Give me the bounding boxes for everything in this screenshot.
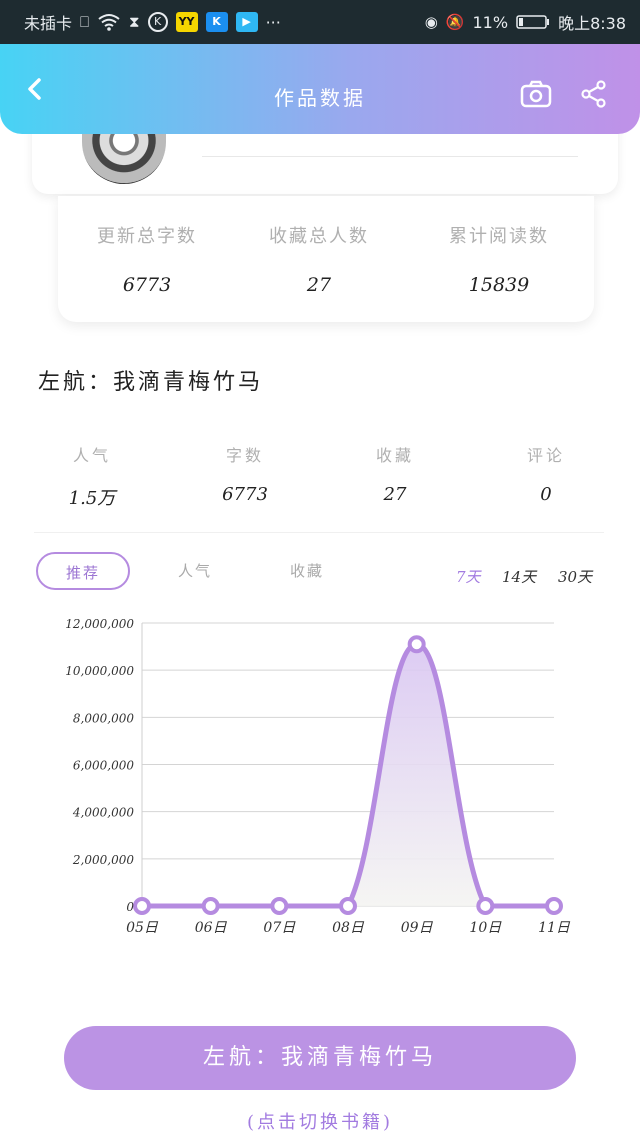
y-tick-label: 6,000,000	[73, 759, 134, 773]
x-tick-label: 10日	[469, 920, 502, 936]
metric-comments: 评论 0	[486, 442, 606, 505]
metric-label: 人气	[72, 446, 111, 465]
x-tick-label: 09日	[401, 920, 434, 936]
data-point[interactable]	[270, 897, 289, 915]
share-icon[interactable]	[580, 80, 608, 108]
switch-book-hint[interactable]: (点击切换书籍)	[0, 1108, 640, 1134]
stat-value: 6773	[122, 274, 172, 296]
data-point[interactable]	[476, 897, 495, 915]
y-tick-label: 4,000,000	[72, 806, 134, 820]
data-point[interactable]	[201, 897, 220, 915]
camera-icon[interactable]	[520, 80, 552, 108]
data-point[interactable]	[339, 897, 357, 915]
carrier-text: 未插卡	[24, 14, 73, 33]
k-app-icon: K	[205, 12, 228, 32]
chart-area	[142, 644, 554, 906]
x-tick-label: 11日	[538, 920, 571, 936]
data-point[interactable]	[545, 897, 563, 915]
stat-label: 累计阅读数	[449, 226, 549, 247]
book-title: 左航：我滴青梅竹马	[38, 370, 264, 395]
y-tick-label: 12,000,000	[65, 617, 134, 631]
y-tick-label: 10,000,000	[65, 664, 134, 678]
stat-reads: 累计阅读数 15839	[410, 222, 588, 296]
card-divider	[202, 156, 578, 157]
stat-value: 15839	[468, 274, 530, 296]
x-tick-label: 07日	[263, 920, 296, 936]
x-tick-label: 08日	[332, 920, 365, 936]
y-tick-label: 0	[126, 900, 134, 914]
section-divider	[34, 532, 604, 533]
range-14-days[interactable]: 14天	[502, 566, 536, 587]
metric-label: 字数	[225, 446, 264, 465]
data-point[interactable]	[407, 635, 426, 654]
chart-line	[142, 641, 554, 909]
metric-label: 评论	[526, 446, 565, 465]
no-sim-alert-icon: ⎕	[80, 13, 90, 31]
tab-popularity[interactable]: 人气	[150, 552, 240, 590]
metric-favorites: 收藏 27	[335, 442, 455, 505]
app-header: 作品数据	[0, 44, 640, 134]
wifi-icon	[98, 14, 120, 31]
yy-app-icon: YY	[175, 12, 198, 32]
range-30-days[interactable]: 30天	[558, 566, 592, 587]
data-point[interactable]	[133, 897, 151, 915]
status-bar: 未插卡 ⎕ ⧗ K YY K ▶ ··· ◉ 🔕 11% 晚上8:38	[0, 0, 640, 44]
clock-text: 晚上8:38	[558, 14, 626, 33]
y-tick-label: 2,000,000	[72, 853, 134, 867]
more-dots-icon: ···	[265, 12, 281, 32]
battery-icon	[516, 15, 550, 29]
k-circle-icon: K	[147, 12, 168, 32]
metric-value: 27	[383, 484, 407, 505]
eye-icon: ◉	[424, 13, 438, 31]
hourglass-icon: ⧗	[129, 13, 140, 31]
range-7-days[interactable]: 7天	[456, 566, 481, 587]
metric-words: 字数 6773	[185, 442, 305, 505]
mute-bell-icon: 🔕	[445, 13, 465, 31]
tv-app-icon: ▶	[235, 12, 258, 32]
stat-value: 27	[306, 274, 332, 296]
y-tick-label: 8,000,000	[73, 711, 134, 725]
stat-label: 更新总字数	[97, 226, 197, 247]
x-tick-label: 05日	[126, 920, 159, 936]
battery-percent: 11%	[472, 12, 509, 32]
tab-recommend[interactable]: 推荐	[36, 552, 130, 590]
stat-update-words: 更新总字数 6773	[58, 222, 236, 296]
metric-value: 1.5万	[68, 488, 116, 509]
trend-chart: 0 2,000,000 4,000,000 6,000,000 8,000,000 10,…	[65, 617, 571, 936]
metric-value: 0	[540, 484, 552, 505]
stat-label: 收藏总人数	[269, 226, 369, 247]
x-tick-label: 06日	[195, 920, 228, 936]
metric-value: 6773	[222, 484, 268, 505]
summary-stats-card: 更新总字数 6773 收藏总人数 27 累计阅读数 15839	[58, 196, 594, 322]
metric-popularity: 人气 1.5万	[32, 442, 152, 510]
metric-label: 收藏	[375, 446, 414, 465]
stat-favorites: 收藏总人数 27	[230, 222, 408, 296]
tab-favorites[interactable]: 收藏	[262, 552, 352, 590]
switch-book-button[interactable]: 左航：我滴青梅竹马	[64, 1026, 576, 1090]
